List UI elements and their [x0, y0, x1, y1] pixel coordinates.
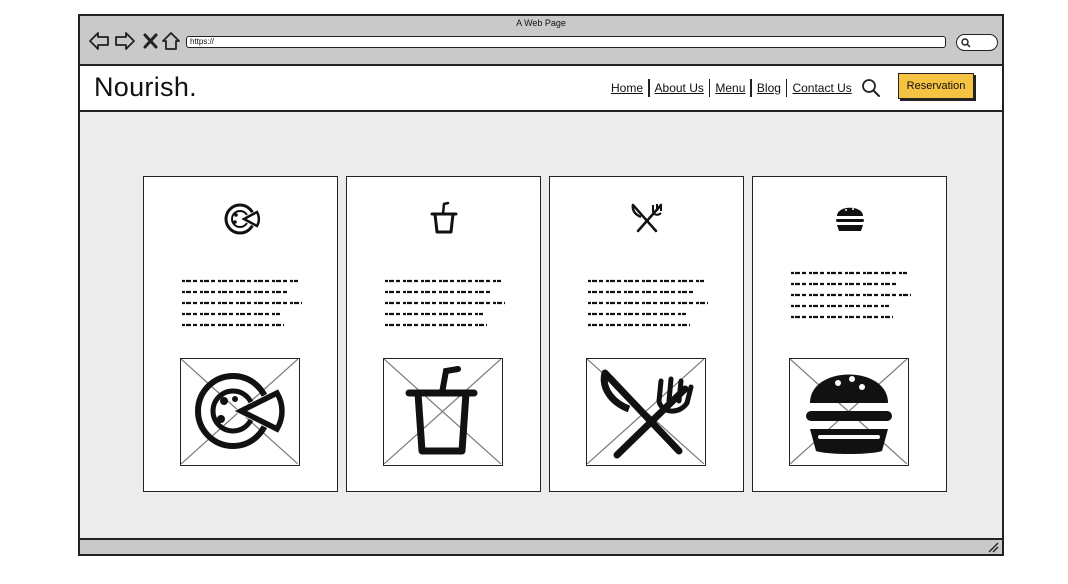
- image-placeholder: [789, 358, 909, 466]
- card-pizza: [143, 176, 338, 492]
- nav-menu[interactable]: Menu: [710, 81, 750, 95]
- resize-grip-icon[interactable]: [987, 541, 999, 553]
- site-header: Nourish. Home About Us Menu Blog Contact…: [80, 66, 1002, 112]
- browser-chrome: A Web Page https://: [80, 16, 1002, 66]
- window-title: A Web Page: [516, 18, 566, 28]
- brand-logo[interactable]: Nourish.: [94, 72, 197, 103]
- search-icon[interactable]: [860, 77, 882, 99]
- nav-blog[interactable]: Blog: [752, 81, 786, 95]
- card-cutlery: [549, 176, 744, 492]
- forward-arrow-icon[interactable]: [114, 30, 136, 52]
- nav-home[interactable]: Home: [606, 81, 648, 95]
- drink-cup-icon: [430, 201, 458, 234]
- back-arrow-icon[interactable]: [88, 30, 110, 52]
- reservation-button[interactable]: Reservation: [898, 73, 974, 99]
- home-icon[interactable]: [160, 30, 182, 52]
- image-placeholder: [180, 358, 300, 466]
- pizza-illustration: [195, 373, 285, 449]
- placeholder-text: [385, 279, 505, 327]
- image-placeholder: [383, 358, 503, 466]
- browser-search-field[interactable]: [956, 34, 998, 51]
- nav-about-us[interactable]: About Us: [650, 81, 709, 95]
- cutlery-illustration: [600, 369, 694, 459]
- status-bar: [80, 538, 1002, 554]
- card-drink: [346, 176, 541, 492]
- placeholder-text: [182, 279, 302, 327]
- card-burger: [752, 176, 947, 492]
- pizza-icon: [224, 203, 260, 235]
- burger-illustration: [806, 374, 892, 454]
- search-icon: [961, 38, 971, 48]
- url-bar[interactable]: https://: [186, 36, 946, 48]
- placeholder-text: [791, 271, 911, 319]
- nav-contact-us[interactable]: Contact Us: [787, 81, 856, 95]
- image-placeholder: [586, 358, 706, 466]
- browser-window: A Web Page https:// Nourish. Home About …: [78, 14, 1004, 556]
- fork-knife-icon: [631, 203, 663, 233]
- placeholder-text: [588, 279, 708, 327]
- close-icon[interactable]: [140, 30, 162, 52]
- main-nav: Home About Us Menu Blog Contact Us: [606, 78, 857, 98]
- burger-icon: [836, 207, 864, 231]
